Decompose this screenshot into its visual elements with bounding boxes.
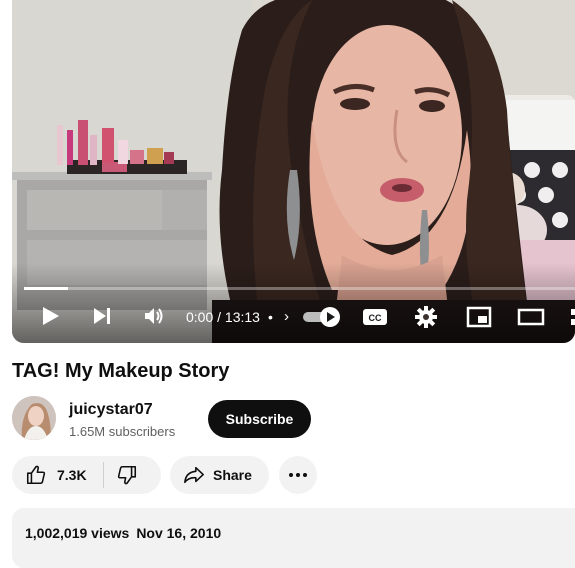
play-icon — [43, 307, 59, 325]
more-actions-button[interactable] — [279, 456, 317, 494]
more-horizontal-icon — [289, 473, 307, 477]
autoplay-toggle[interactable] — [300, 305, 344, 329]
duration: 13:13 — [224, 309, 260, 325]
channel-avatar[interactable] — [12, 396, 56, 440]
video-player[interactable]: 0:00 / 13:13 • › CC — [12, 0, 575, 343]
subscriber-count: 1.65M subscribers — [69, 424, 176, 439]
play-button[interactable] — [36, 302, 64, 330]
volume-button[interactable] — [140, 302, 168, 330]
description-box[interactable]: 1,002,019 views Nov 16, 2010 — [12, 508, 575, 568]
gear-icon — [415, 306, 437, 328]
theater-icon — [517, 308, 545, 326]
time-display: 0:00 / 13:13 — [186, 309, 260, 325]
like-count: 7.3K — [57, 467, 87, 483]
thumbs-down-icon — [117, 465, 137, 485]
channel-name[interactable]: juicystar07 — [69, 401, 153, 419]
current-time: 0:00 — [186, 309, 214, 325]
miniplayer-icon — [466, 306, 492, 328]
theater-button[interactable] — [515, 303, 547, 331]
like-button[interactable]: 7.3K — [12, 456, 87, 494]
share-button[interactable]: Share — [170, 456, 269, 494]
volume-icon — [145, 308, 163, 324]
progress-bar[interactable] — [24, 287, 575, 290]
upload-date: Nov 16, 2010 — [136, 525, 222, 541]
subscribe-button[interactable]: Subscribe — [208, 400, 311, 438]
like-dislike-group: 7.3K — [12, 456, 161, 494]
avatar-image — [12, 396, 56, 440]
progress-buffered — [24, 287, 69, 290]
dislike-button[interactable] — [116, 456, 150, 494]
time-separator: / — [213, 309, 225, 325]
settings-button[interactable] — [412, 303, 440, 331]
fullscreen-icon — [571, 309, 575, 325]
next-icon — [94, 308, 110, 324]
video-title: TAG! My Makeup Story — [12, 360, 230, 382]
autoplay-icon — [303, 307, 340, 327]
like-divider — [103, 462, 104, 488]
chapter-dot: • — [268, 309, 273, 325]
description-meta: 1,002,019 views Nov 16, 2010 — [25, 525, 221, 541]
thumbs-up-icon — [26, 465, 46, 485]
share-label: Share — [213, 467, 252, 483]
view-count: 1,002,019 views — [25, 525, 130, 541]
miniplayer-button[interactable] — [464, 303, 494, 331]
next-button[interactable] — [88, 302, 116, 330]
captions-label: CC — [369, 313, 382, 323]
chapter-chevron-icon[interactable]: › — [284, 308, 289, 325]
captions-button[interactable]: CC — [360, 305, 390, 329]
captions-icon: CC — [363, 309, 387, 325]
share-icon — [184, 466, 204, 484]
fullscreen-button[interactable] — [567, 303, 575, 331]
